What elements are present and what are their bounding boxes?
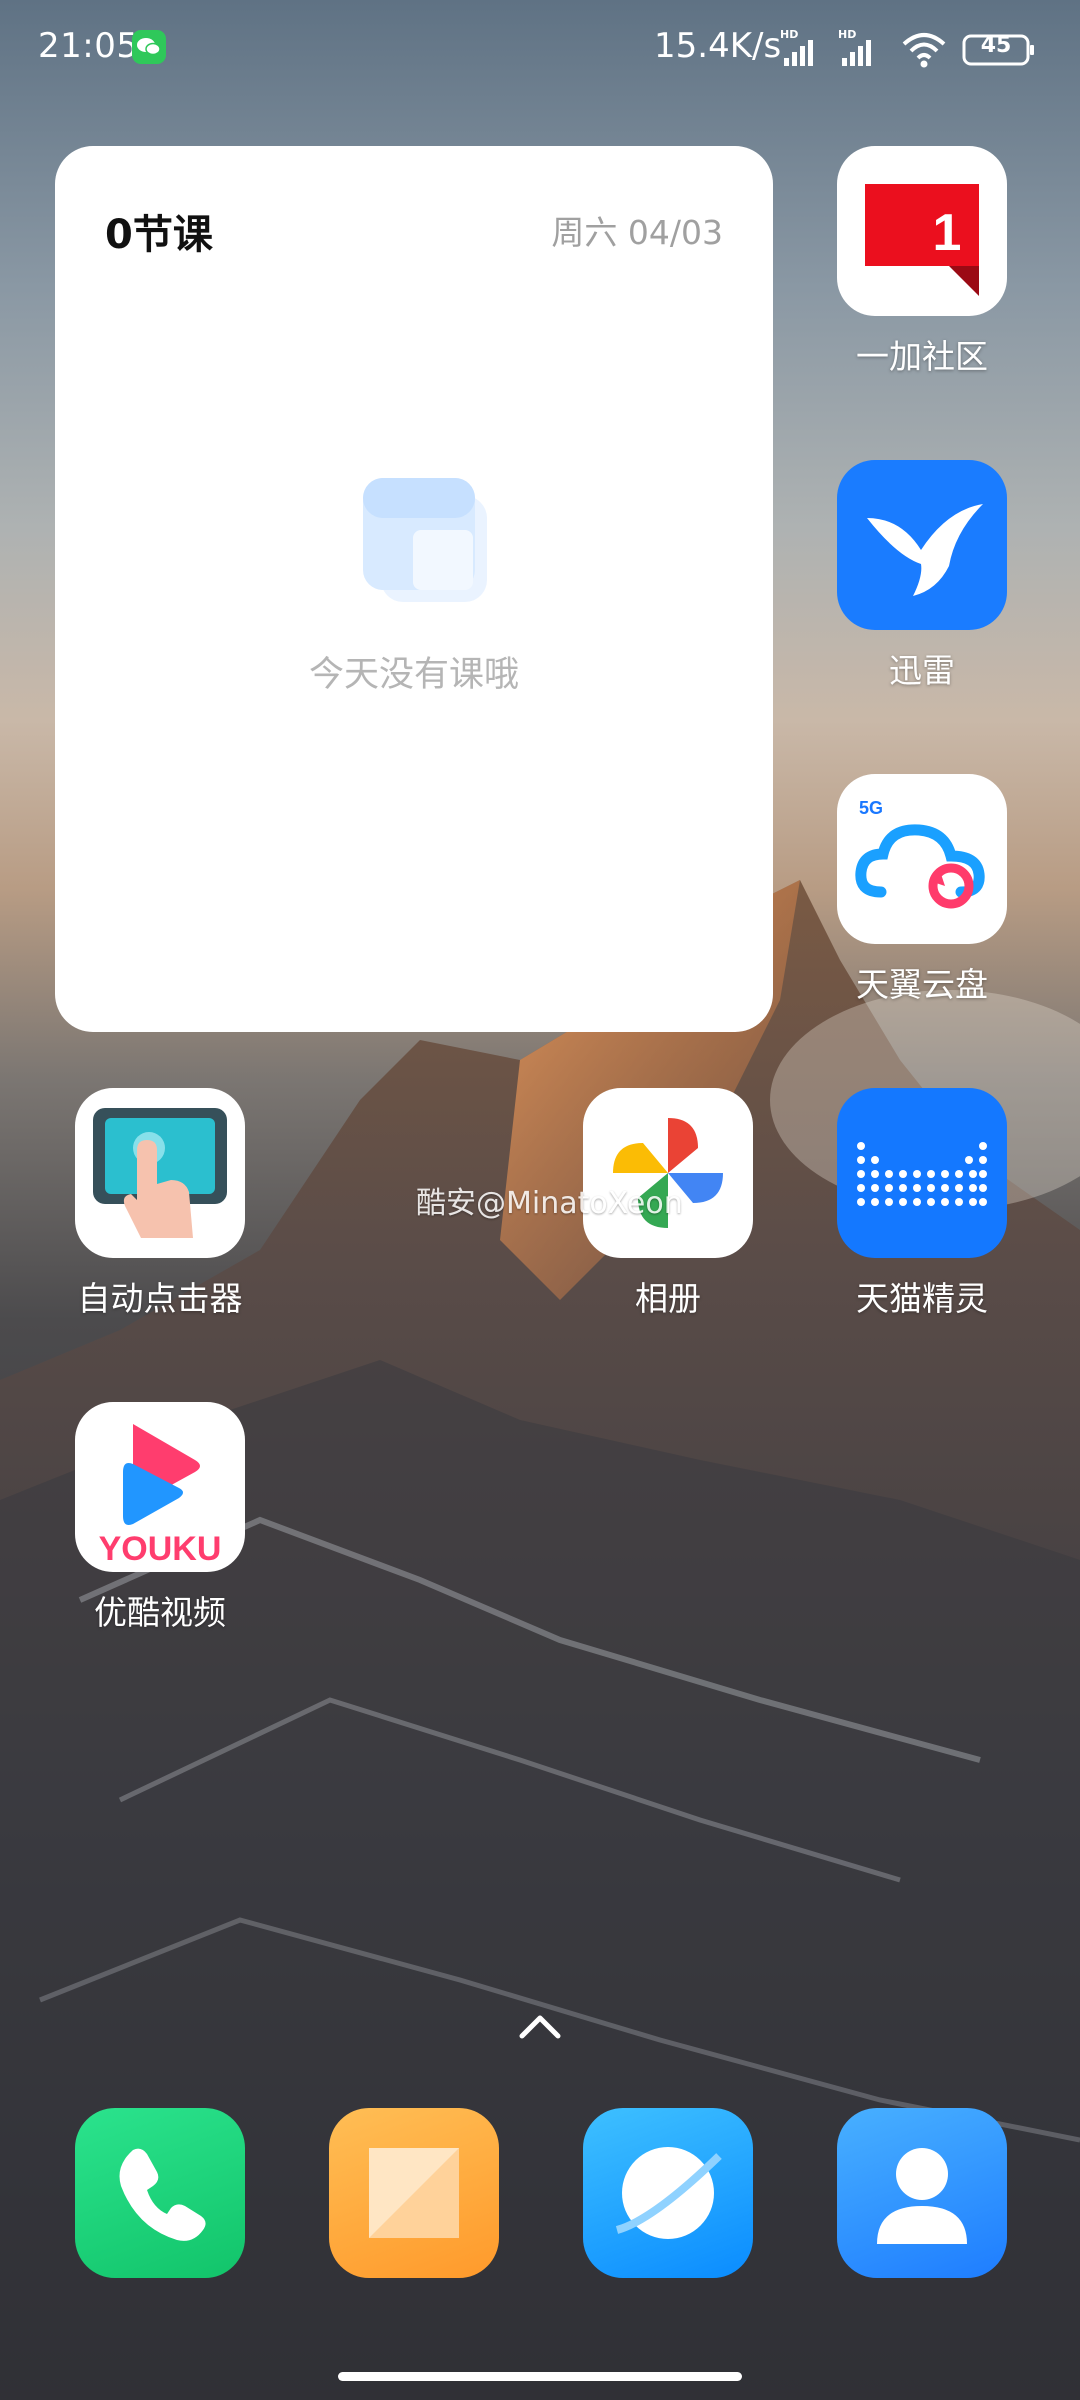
app-label: 迅雷 <box>889 651 955 690</box>
empty-message: 今天没有课哦 <box>308 655 519 695</box>
app-auto-clicker[interactable]: 自动点击器 <box>60 1088 260 1320</box>
dock-phone[interactable] <box>60 2108 260 2278</box>
xunlei-bird-icon <box>837 460 1007 630</box>
empty-schedule-icon <box>363 478 487 602</box>
widget-date: 周六 04/03 <box>551 213 723 252</box>
auto-clicker-icon <box>75 1088 245 1258</box>
status-time: 21:05 <box>38 26 139 66</box>
app-xunlei[interactable]: 迅雷 <box>822 460 1022 692</box>
dock-notes[interactable] <box>314 2108 514 2278</box>
app-label: 一加社区 <box>856 337 988 376</box>
tianyi-5g-badge: 5G <box>859 798 883 818</box>
watermark: 酷安@MinatoXeon <box>416 1186 683 1221</box>
widget-title: 0节课 <box>105 212 213 258</box>
app-tianyi-cloud[interactable]: 5G 天翼云盘 <box>822 774 1022 1006</box>
signal-1-icon: HD <box>780 28 813 66</box>
tianyi-cloud-icon: 5G <box>837 774 1007 944</box>
dock-browser[interactable] <box>568 2108 768 2278</box>
youku-logo-text: YOUKU <box>99 1530 222 1568</box>
photos-pinwheel-icon <box>583 1088 753 1258</box>
app-oneplus-community[interactable]: 1 一加社区 <box>822 146 1022 378</box>
home-indicator[interactable] <box>338 2372 742 2381</box>
app-label: 天翼云盘 <box>856 965 988 1004</box>
app-label: 自动点击器 <box>77 1279 243 1318</box>
app-label: 相册 <box>635 1279 701 1318</box>
phone-icon <box>75 2108 245 2278</box>
battery-level: 45 <box>980 33 1012 58</box>
hd-badge-1: HD <box>780 28 798 41</box>
browser-planet-icon <box>583 2108 753 2278</box>
hd-badge-2: HD <box>838 28 856 41</box>
tmall-genie-icon <box>837 1088 1007 1258</box>
wechat-notification-icon <box>132 30 166 64</box>
app-label: 优酷视频 <box>94 1593 226 1632</box>
youku-icon: YOUKU <box>75 1402 245 1572</box>
app-label: 天猫精灵 <box>856 1279 988 1318</box>
network-speed: 15.4K/s <box>654 26 782 66</box>
oneplus-badge-text: 1 <box>933 204 962 262</box>
home-screen: 21:05 15.4K/s HD HD 45 0节课 周六 04/03 今天没有… <box>0 0 1080 2400</box>
dock-contacts[interactable] <box>822 2108 1022 2278</box>
status-bar: 21:05 15.4K/s HD HD 45 <box>0 0 1080 96</box>
class-schedule-widget[interactable]: 0节课 周六 04/03 今天没有课哦 <box>55 146 773 1032</box>
signal-2-icon: HD <box>838 28 871 66</box>
app-youku[interactable]: YOUKU 优酷视频 <box>60 1402 260 1634</box>
contacts-person-icon <box>837 2108 1007 2278</box>
oneplus-community-icon: 1 <box>837 146 1007 316</box>
notes-icon <box>329 2108 499 2278</box>
wifi-icon <box>902 33 946 68</box>
chevron-up-icon[interactable] <box>512 2006 568 2046</box>
app-tmall-genie[interactable]: 天猫精灵 <box>822 1088 1022 1320</box>
